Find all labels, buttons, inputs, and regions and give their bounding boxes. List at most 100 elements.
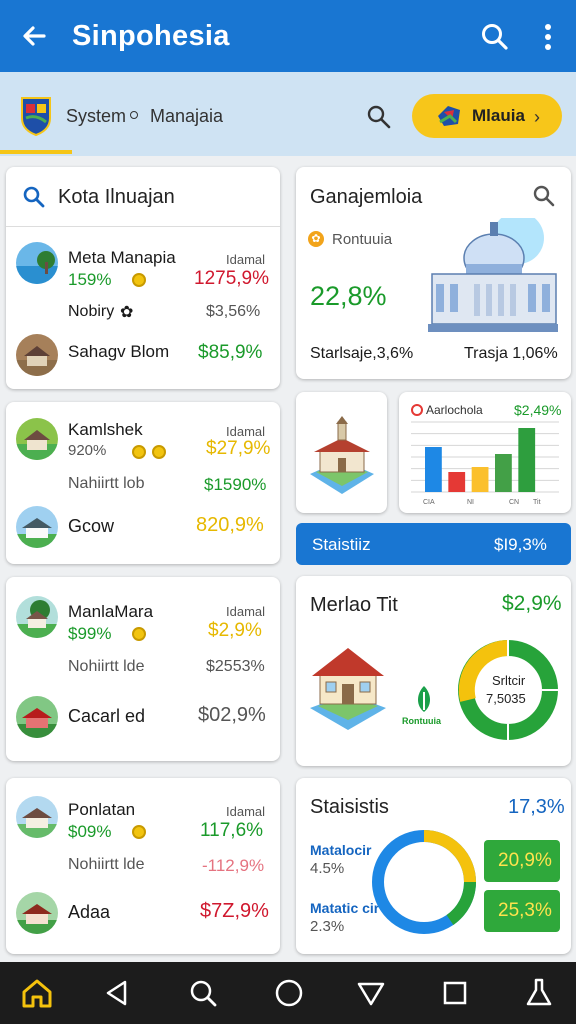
row-name: Cacarl ed bbox=[68, 706, 146, 726]
row-name: Nohiirtt lde bbox=[68, 856, 145, 873]
emoji-icon: ✿ bbox=[120, 304, 134, 321]
chart-title: Aarlochola bbox=[426, 403, 483, 417]
search-icon[interactable] bbox=[22, 185, 46, 209]
card-title: Merlao Tit bbox=[310, 594, 398, 616]
left-stat: Starlsaje,3,6% bbox=[310, 345, 414, 362]
row-value: 1275,9% bbox=[194, 268, 270, 289]
search-icon[interactable] bbox=[532, 184, 556, 208]
row-value: $27,9% bbox=[206, 438, 271, 459]
row-percent: $09% bbox=[68, 822, 112, 841]
chart-bar bbox=[495, 454, 512, 492]
row-name: Nobiry bbox=[68, 303, 115, 320]
ring-chart bbox=[372, 830, 477, 934]
row-value: -112,9% bbox=[202, 856, 265, 875]
search-icon[interactable] bbox=[480, 22, 510, 52]
row-name: Meta Manapia bbox=[68, 248, 176, 267]
metric-label: Matalocir bbox=[310, 842, 372, 858]
small-label: Rontuuia bbox=[402, 716, 441, 726]
house-thumbnail-icon bbox=[16, 892, 58, 934]
house-thumbnail-icon bbox=[16, 418, 58, 460]
back-triangle-icon[interactable] bbox=[100, 976, 134, 1010]
row-percent: $99% bbox=[68, 624, 112, 643]
app-title: Sinpohesia bbox=[72, 20, 230, 52]
row-value: $1590% bbox=[204, 475, 267, 494]
temple-icon bbox=[310, 416, 374, 494]
card-title: Kota Ilnuajan bbox=[58, 186, 175, 208]
row-tag: Idamal bbox=[226, 252, 266, 267]
coin-icon bbox=[132, 273, 146, 287]
row-value: 117,6% bbox=[200, 820, 264, 841]
beach-thumbnail-icon bbox=[16, 242, 58, 284]
mlauia-button[interactable]: Mlauia › bbox=[412, 94, 562, 138]
coin-icon bbox=[132, 825, 146, 839]
metric-value: 2.3% bbox=[310, 918, 345, 935]
status-ring-icon bbox=[411, 404, 423, 416]
subbar-label-manajaia: Manajaia bbox=[150, 106, 224, 126]
row-tag: Idamal bbox=[226, 804, 266, 819]
metric-label: Matatic cir bbox=[310, 900, 380, 916]
divider bbox=[6, 226, 280, 227]
bottom-navigation bbox=[0, 962, 576, 1024]
row-value: $3,56% bbox=[206, 303, 261, 320]
big-percent: 22,8% bbox=[310, 281, 387, 311]
row-name: Kamlshek bbox=[68, 420, 143, 439]
profile-icon[interactable] bbox=[522, 976, 556, 1010]
back-arrow-icon[interactable] bbox=[18, 20, 50, 52]
chevron-right-icon: › bbox=[534, 107, 540, 127]
coin-icon bbox=[152, 445, 166, 459]
x-tick-label: CN bbox=[509, 499, 519, 506]
row-value: $2,9% bbox=[208, 620, 262, 641]
row-percent: 159% bbox=[68, 270, 112, 289]
app-bar: Sinpohesia bbox=[0, 0, 576, 72]
card-title: Ganajemloia bbox=[310, 186, 423, 208]
row-value: $2553% bbox=[206, 658, 265, 675]
x-tick-label: NI bbox=[467, 499, 474, 506]
house-icon bbox=[310, 648, 386, 730]
home-icon[interactable] bbox=[20, 976, 54, 1010]
chart-bar bbox=[425, 447, 442, 492]
right-stat: Trasja 1,06% bbox=[464, 345, 558, 362]
dropdown-triangle-icon[interactable] bbox=[354, 976, 388, 1010]
chart-value: $2,49% bbox=[514, 402, 562, 418]
recents-square-icon[interactable] bbox=[438, 976, 472, 1010]
search-icon[interactable] bbox=[186, 976, 220, 1010]
row-value: $02,9% bbox=[198, 704, 266, 726]
card-label: Rontuuia bbox=[332, 231, 393, 248]
donut-label: Srltcir bbox=[492, 673, 526, 688]
brand-logo-icon bbox=[438, 106, 460, 126]
row-name: Gcow bbox=[68, 516, 115, 536]
row-value: $7Z,9% bbox=[200, 900, 269, 922]
row-name: Nohiirtt lde bbox=[68, 658, 145, 675]
banner-label: Staistiiz bbox=[312, 535, 371, 554]
card-title: Staisistis bbox=[310, 796, 389, 818]
row-value: 820,9% bbox=[196, 514, 264, 536]
row-name: Sahagv Blom bbox=[68, 342, 170, 361]
donut-value: 7,5035 bbox=[486, 691, 526, 706]
card-value: 17,3% bbox=[508, 796, 565, 818]
chart-bar bbox=[471, 467, 489, 492]
search-icon[interactable] bbox=[366, 104, 392, 130]
coin-icon bbox=[132, 445, 146, 459]
row-tag: Idamal bbox=[226, 604, 266, 619]
row-tag: Idamal bbox=[226, 424, 266, 439]
shield-logo-icon bbox=[21, 97, 51, 136]
badge-value: 20,9% bbox=[498, 850, 552, 871]
location-icon: ✿ bbox=[308, 231, 324, 247]
mlauia-label: Mlauia bbox=[472, 106, 525, 125]
more-options-icon[interactable] bbox=[536, 22, 560, 52]
row-name: Adaa bbox=[68, 902, 111, 922]
chart-xlabels: CIA NI CN Tit bbox=[423, 499, 541, 506]
home-circle-icon[interactable] bbox=[272, 976, 306, 1010]
x-tick-label: Tit bbox=[533, 499, 541, 506]
donut-chart bbox=[458, 640, 558, 740]
row-name: Nahiirtt lob bbox=[68, 475, 145, 492]
capitol-building-icon bbox=[428, 218, 558, 332]
row-percent: 920% bbox=[68, 442, 107, 459]
row-name: ManlaMara bbox=[68, 602, 154, 621]
separator-dot-icon bbox=[130, 111, 138, 119]
chart-bars bbox=[425, 428, 536, 492]
badge-value: 25,3% bbox=[498, 900, 552, 921]
chart-bar bbox=[518, 428, 536, 492]
banner-value: $I9,3% bbox=[494, 535, 547, 554]
house-thumbnail-icon bbox=[16, 334, 58, 376]
